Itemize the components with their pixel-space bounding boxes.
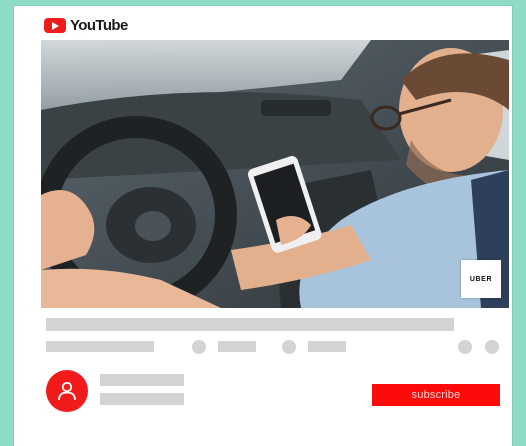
youtube-logo[interactable]: YouTube xyxy=(44,17,128,34)
uber-badge: UBER xyxy=(461,260,501,298)
title-placeholder xyxy=(46,318,454,331)
youtube-wordmark: YouTube xyxy=(70,17,128,34)
video-thumbnail[interactable]: UBER xyxy=(41,40,509,308)
views-placeholder xyxy=(46,341,154,352)
channel-avatar[interactable] xyxy=(46,370,88,412)
more-icon-placeholder[interactable] xyxy=(485,340,499,354)
share-icon-placeholder[interactable] xyxy=(458,340,472,354)
youtube-play-icon xyxy=(44,18,66,33)
subscribe-button[interactable]: subscribe xyxy=(372,384,500,406)
video-card: YouTube UBER subscribe xyxy=(14,6,512,446)
video-scene-illustration xyxy=(41,40,509,308)
like-count-placeholder xyxy=(218,341,256,352)
channel-name-placeholder xyxy=(100,374,184,386)
channel-subs-placeholder xyxy=(100,393,184,405)
user-icon xyxy=(58,381,76,401)
dislike-icon-placeholder[interactable] xyxy=(282,340,296,354)
like-icon-placeholder[interactable] xyxy=(192,340,206,354)
dislike-count-placeholder xyxy=(308,341,346,352)
